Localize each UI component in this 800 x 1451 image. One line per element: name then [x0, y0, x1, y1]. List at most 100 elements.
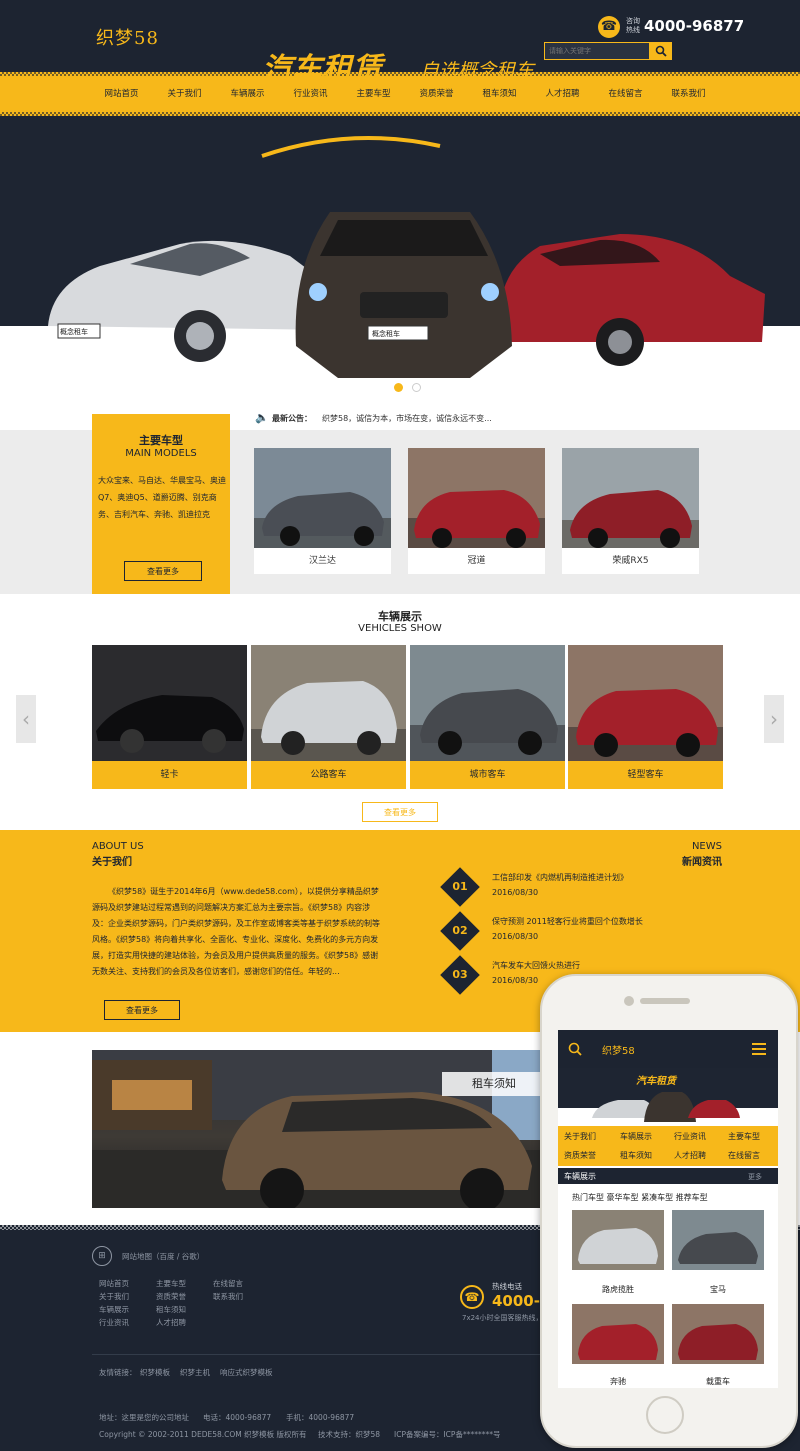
about-title: 关于我们	[92, 857, 132, 868]
mobile-card[interactable]	[572, 1304, 664, 1364]
news-item-title[interactable]: 保守预测 2011轻客行业将重回个位数增长	[492, 916, 643, 927]
footer-support: 技术支持：织梦58	[318, 1430, 381, 1439]
about-more-button[interactable]: 查看更多	[104, 1000, 180, 1020]
model-name: 冠道	[467, 556, 486, 566]
vehicle-card[interactable]: 轻型客车	[568, 645, 723, 789]
hotline-label: 咨询热线	[626, 17, 640, 34]
mobile-menu-item[interactable]: 租车须知	[620, 1150, 652, 1161]
slider-dot[interactable]	[412, 383, 421, 392]
site-logo[interactable]: 织梦58	[96, 24, 159, 50]
friend-link[interactable]: 响应式织梦模板	[220, 1367, 273, 1378]
mobile-section-title: 车辆展示	[564, 1172, 596, 1181]
mobile-card[interactable]	[672, 1304, 764, 1364]
about-text: 《织梦58》诞生于2014年6月（www.dede58.com），以提供分享精品…	[92, 887, 380, 976]
footer-link[interactable]: 网站首页	[99, 1278, 129, 1289]
footer-link[interactable]: 人才招聘	[156, 1317, 186, 1328]
models-more-button[interactable]: 查看更多	[124, 561, 202, 581]
hero-banner	[0, 116, 800, 400]
news-title-en: NEWS	[691, 841, 722, 852]
vehicles-more-button[interactable]: 查看更多	[362, 802, 438, 822]
car-photo	[672, 1210, 764, 1270]
search-input[interactable]	[544, 42, 650, 60]
notice-text[interactable]: 织梦58，诚信为本，市场在变，诚信永远不变...	[322, 413, 492, 424]
news-item-title[interactable]: 汽车发车大回馈火热进行	[492, 960, 580, 971]
friend-link[interactable]: 织梦模板	[140, 1367, 170, 1378]
mobile-card-title: 奔驰	[610, 1377, 626, 1386]
main-nav: 网站首页 关于我们 车辆展示 行业资讯 主要车型 资质荣誉 租车须知 人才招聘 …	[0, 72, 800, 116]
banner-title: 汽车租赁	[262, 52, 382, 87]
mobile-menu-item[interactable]: 主要车型	[728, 1131, 760, 1142]
mobile-menu-item[interactable]: 在线留言	[728, 1150, 760, 1161]
mobile-section-more[interactable]: 更多	[748, 1172, 762, 1182]
sitemap-title[interactable]: 网站地图（百度 / 谷歌）	[122, 1251, 204, 1262]
vehicle-card[interactable]: 轻卡	[92, 645, 247, 789]
banner-subtitle: 自选概念租车	[420, 60, 535, 82]
footer-link[interactable]: 行业资讯	[99, 1317, 129, 1328]
plate-left: 概念租车	[60, 328, 88, 336]
news-item-date: 2016/08/30	[492, 976, 539, 985]
nav-item-contact[interactable]: 联系我们	[657, 72, 720, 116]
news-item-title[interactable]: 工信部印发《内燃机再制造推进计划》	[492, 872, 628, 883]
model-card[interactable]: 荣威RX5	[562, 448, 699, 574]
mobile-menu-item[interactable]: 资质荣誉	[564, 1150, 596, 1161]
vehicle-name: 城市客车	[410, 761, 565, 789]
friend-link[interactable]: 织梦主机	[180, 1367, 210, 1378]
car-photo	[562, 448, 699, 548]
footer-link[interactable]: 资质荣誉	[156, 1291, 186, 1302]
mobile-card-title: 宝马	[710, 1285, 726, 1294]
footer-link[interactable]: 车辆展示	[99, 1304, 129, 1315]
speaker-icon: 🔈	[255, 411, 269, 424]
phone-icon: ☎	[460, 1285, 484, 1309]
models-description: 大众宝来、马自达、华晨宝马、奥迪Q7、奥迪Q5、道爵迈腾、别克商务、吉利汽车、奔…	[98, 476, 226, 519]
mobile-tabs[interactable]: 热门车型 豪华车型 紧凑车型 推荐车型	[572, 1192, 708, 1203]
nav-item-home[interactable]: 网站首页	[90, 72, 153, 116]
footer-link[interactable]: 关于我们	[99, 1291, 129, 1302]
hotline-number: 4000-96877	[644, 17, 745, 35]
search-icon[interactable]	[568, 1042, 582, 1056]
vehicles-title: 车辆展示	[378, 610, 422, 623]
model-card[interactable]: 汉兰达	[254, 448, 391, 574]
model-name: 汉兰达	[308, 556, 336, 566]
next-arrow-button[interactable]: ›	[764, 695, 784, 743]
mobile-menu-item[interactable]: 关于我们	[564, 1131, 596, 1142]
notice-label: 最新公告：	[272, 414, 312, 423]
footer-link[interactable]: 主要车型	[156, 1278, 186, 1289]
nav-item-about[interactable]: 关于我们	[153, 72, 216, 116]
footer-link[interactable]: 租车须知	[156, 1304, 186, 1315]
slider-dot-active[interactable]	[394, 383, 403, 392]
phone-icon: ☎	[598, 16, 620, 38]
footer-link[interactable]: 在线留言	[213, 1278, 243, 1289]
mobile-card-title: 路虎揽胜	[602, 1285, 634, 1294]
mobile-screen: 织梦58 汽车租赁 关于我们 车辆展示 行业资讯 主要车型 资质荣誉 租车须知 …	[558, 1030, 778, 1388]
model-card[interactable]: 冠道	[408, 448, 545, 574]
about-title-en: ABOUT US	[92, 841, 144, 852]
mobile-card[interactable]	[572, 1210, 664, 1270]
vehicle-card[interactable]: 城市客车	[410, 645, 565, 789]
phone-speaker	[640, 998, 690, 1004]
footer-copyright: Copyright © 2002-2011 DEDE58.COM 织梦模板 版权…	[99, 1430, 307, 1439]
footer-mobile: 手机：4000-96877	[286, 1413, 355, 1422]
footer-address: 地址：这里是您的公司地址	[99, 1413, 189, 1422]
nav-item-jobs[interactable]: 人才招聘	[531, 72, 594, 116]
search-button[interactable]	[650, 42, 672, 60]
car-photo	[572, 1304, 664, 1364]
footer-link[interactable]: 联系我们	[213, 1291, 243, 1302]
mobile-header	[558, 1030, 778, 1068]
footer-phone: 电话：4000-96877	[203, 1413, 272, 1422]
prev-arrow-button[interactable]: ‹	[16, 695, 36, 743]
vehicle-name: 公路客车	[251, 761, 406, 789]
news-item-date: 2016/08/30	[492, 932, 539, 941]
mobile-menu-item[interactable]: 人才招聘	[674, 1150, 706, 1161]
mobile-logo[interactable]: 织梦58	[602, 1042, 635, 1057]
footer-hotline-sub: 7x24小时全国客服热线，	[462, 1314, 543, 1322]
mobile-menu-item[interactable]: 行业资讯	[674, 1131, 706, 1142]
nav-item-message[interactable]: 在线留言	[594, 72, 657, 116]
mobile-card[interactable]	[672, 1210, 764, 1270]
vehicle-card[interactable]: 公路客车	[251, 645, 406, 789]
news-number-badge: 02	[440, 911, 480, 951]
car-photo	[672, 1304, 764, 1364]
rental-notes-label[interactable]: 租车须知	[442, 1072, 546, 1096]
mobile-menu-item[interactable]: 车辆展示	[620, 1131, 652, 1142]
menu-icon[interactable]	[752, 1042, 766, 1056]
car-photo	[572, 1210, 664, 1270]
